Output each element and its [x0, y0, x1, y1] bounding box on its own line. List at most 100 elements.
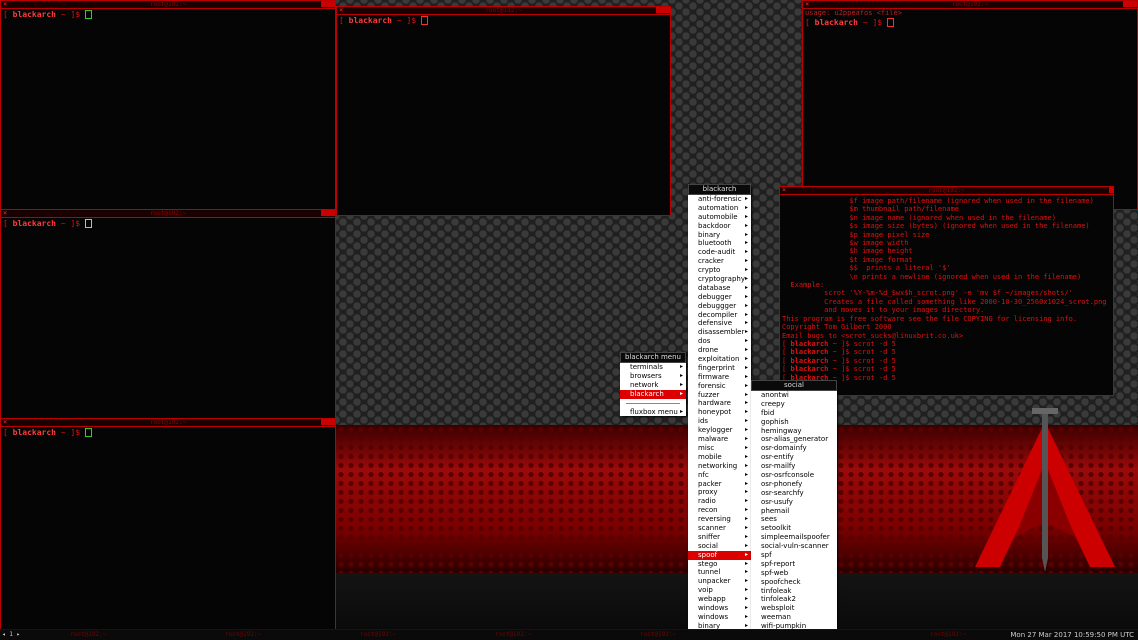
menu-item-decompiler[interactable]: decompiler — [688, 311, 751, 320]
menu-item-tinfoleak[interactable]: tinfoleak — [751, 587, 837, 596]
window-buttons[interactable] — [321, 419, 335, 425]
menu-item-gophish[interactable]: gophish — [751, 418, 837, 427]
menu-item-exploitation[interactable]: exploitation — [688, 355, 751, 364]
menu-item-proxy[interactable]: proxy — [688, 488, 751, 497]
terminal-window-2[interactable]: × root@192:~ [ blackarch ~ ]$ — [336, 6, 671, 216]
blackarch-category-menu[interactable]: blackarch anti-forensicautomationautomob… — [688, 184, 751, 640]
terminal-prompt[interactable]: [ blackarch ~ ]$ — [337, 15, 670, 26]
menu-item-tinfoleak2[interactable]: tinfoleak2 — [751, 595, 837, 604]
menu-item-honeypot[interactable]: honeypot — [688, 408, 751, 417]
menu-item-unpacker[interactable]: unpacker — [688, 577, 751, 586]
root-menu[interactable]: blackarch menu terminals browsers networ… — [620, 352, 686, 417]
menu-item-anontwi[interactable]: anontwi — [751, 391, 837, 400]
menu-item-reversing[interactable]: reversing — [688, 515, 751, 524]
close-icon[interactable]: × — [3, 1, 7, 8]
menu-item-database[interactable]: database — [688, 284, 751, 293]
menu-item-stego[interactable]: stego — [688, 560, 751, 569]
menu-item-osr-usufy[interactable]: osr-usufy — [751, 498, 837, 507]
close-icon[interactable]: × — [3, 210, 7, 217]
menu-item-voip[interactable]: voip — [688, 586, 751, 595]
menu-item-networking[interactable]: networking — [688, 462, 751, 471]
terminal-titlebar[interactable]: × root@192:~ — [1, 210, 335, 218]
menu-item-packer[interactable]: packer — [688, 480, 751, 489]
menu-item-osr-alias_generator[interactable]: osr-alias_generator — [751, 435, 837, 444]
social-submenu[interactable]: social anontwi creepy fbid gophish hemingway… — [751, 380, 837, 640]
taskbar-item[interactable]: root@192:~ — [930, 630, 966, 640]
menu-item-browsers[interactable]: browsers — [620, 372, 686, 381]
menu-item-websploit[interactable]: websploit — [751, 604, 837, 613]
terminal-window-6[interactable]: × root@192:~ $f image path/filename (ign… — [779, 186, 1114, 396]
menu-item-tunnel[interactable]: tunnel — [688, 568, 751, 577]
workspace-switcher[interactable]: ◂ 1 ▸ — [2, 630, 20, 640]
menu-item-misc[interactable]: misc — [688, 444, 751, 453]
terminal-window-1[interactable]: × root@192:~ [ blackarch ~ ]$ — [0, 0, 336, 210]
terminal-prompt[interactable]: [ blackarch ~ ]$ — [1, 9, 335, 20]
menu-item-forensic[interactable]: forensic — [688, 382, 751, 391]
menu-item-osr-mailfy[interactable]: osr-mailfy — [751, 462, 837, 471]
menu-item-defensive[interactable]: defensive — [688, 319, 751, 328]
menu-item-code-audit[interactable]: code-audit — [688, 248, 751, 257]
terminal-window-5[interactable]: × root@192:~ usage: u2ppeafos <file> [ b… — [802, 0, 1138, 210]
terminal-prompt[interactable]: [ blackarch ~ ]$ — [1, 218, 335, 229]
menu-item-osr-searchfy[interactable]: osr-searchfy — [751, 489, 837, 498]
window-buttons[interactable] — [321, 1, 335, 7]
menu-item-blackarch[interactable]: blackarch — [620, 389, 686, 399]
menu-item-fluxbox[interactable]: fluxbox menu — [620, 408, 686, 417]
close-icon[interactable]: × — [3, 419, 7, 426]
terminal-titlebar[interactable]: × root@192:~ — [337, 7, 670, 15]
terminal-window-4[interactable]: × root@192:~ [ blackarch ~ ]$ — [0, 418, 336, 630]
menu-item-fingerprint[interactable]: fingerprint — [688, 364, 751, 373]
menu-item-sniffer[interactable]: sniffer — [688, 533, 751, 542]
menu-item-fuzzer[interactable]: fuzzer — [688, 391, 751, 400]
menu-item-network[interactable]: network — [620, 381, 686, 390]
menu-item-binary[interactable]: binary — [688, 231, 751, 240]
menu-item-webapp[interactable]: webapp — [688, 595, 751, 604]
window-buttons[interactable] — [1123, 1, 1137, 7]
menu-item-mobile[interactable]: mobile — [688, 453, 751, 462]
menu-item-osr-phonefy[interactable]: osr-phonefy — [751, 480, 837, 489]
menu-item-cracker[interactable]: cracker — [688, 257, 751, 266]
menu-item-spoof[interactable]: spoof — [688, 550, 751, 560]
menu-item-dos[interactable]: dos — [688, 337, 751, 346]
terminal-titlebar[interactable]: × root@192:~ — [780, 187, 1113, 195]
menu-item-social[interactable]: social — [688, 542, 751, 551]
menu-item-drone[interactable]: drone — [688, 346, 751, 355]
menu-item-scanner[interactable]: scanner — [688, 524, 751, 533]
menu-item-setoolkit[interactable]: setoolkit — [751, 524, 837, 533]
taskbar-item[interactable]: root@192:~ — [495, 630, 531, 640]
window-buttons[interactable] — [656, 7, 670, 13]
menu-item-hemingway[interactable]: hemingway — [751, 427, 837, 436]
taskbar-item[interactable]: root@192:~ — [70, 630, 106, 640]
menu-item-anti-forensic[interactable]: anti-forensic — [688, 195, 751, 204]
menu-item-hardware[interactable]: hardware — [688, 399, 751, 408]
menu-item-keylogger[interactable]: keylogger — [688, 426, 751, 435]
menu-item-spf-web[interactable]: spf-web — [751, 569, 837, 578]
menu-item-radio[interactable]: radio — [688, 497, 751, 506]
menu-item-nfc[interactable]: nfc — [688, 471, 751, 480]
menu-item-terminals[interactable]: terminals — [620, 363, 686, 372]
menu-item-sees[interactable]: sees — [751, 515, 837, 524]
menu-item-automation[interactable]: automation — [688, 204, 751, 213]
menu-item-bluetooth[interactable]: bluetooth — [688, 239, 751, 248]
menu-item-osr-osrfconsole[interactable]: osr-osrfconsole — [751, 471, 837, 480]
menu-item-debuggger[interactable]: debuggger — [688, 302, 751, 311]
menu-item-spf[interactable]: spf — [751, 551, 837, 560]
menu-item-weeman[interactable]: weeman — [751, 613, 837, 622]
menu-item-windows[interactable]: windows — [688, 604, 751, 613]
close-icon[interactable]: × — [805, 1, 809, 8]
close-icon[interactable]: × — [782, 187, 786, 194]
menu-item-disassembler[interactable]: disassembler — [688, 328, 751, 337]
menu-item-phemail[interactable]: phemail — [751, 507, 837, 516]
close-icon[interactable]: × — [339, 7, 343, 14]
menu-item-spoofcheck[interactable]: spoofcheck — [751, 578, 837, 587]
menu-item-osr-entify[interactable]: osr-entify — [751, 453, 837, 462]
menu-item-cryptography[interactable]: cryptography — [688, 275, 751, 284]
menu-item-debugger[interactable]: debugger — [688, 293, 751, 302]
menu-item-backdoor[interactable]: backdoor — [688, 222, 751, 231]
taskbar-item[interactable]: root@192:~ — [640, 630, 676, 640]
taskbar-item[interactable]: root@192:~ — [360, 630, 396, 640]
terminal-prompt[interactable]: [ blackarch ~ ]$ — [1, 427, 335, 438]
menu-item-ids[interactable]: ids — [688, 417, 751, 426]
terminal-titlebar[interactable]: × root@192:~ — [1, 1, 335, 9]
menu-item-windows[interactable]: windows — [688, 613, 751, 622]
